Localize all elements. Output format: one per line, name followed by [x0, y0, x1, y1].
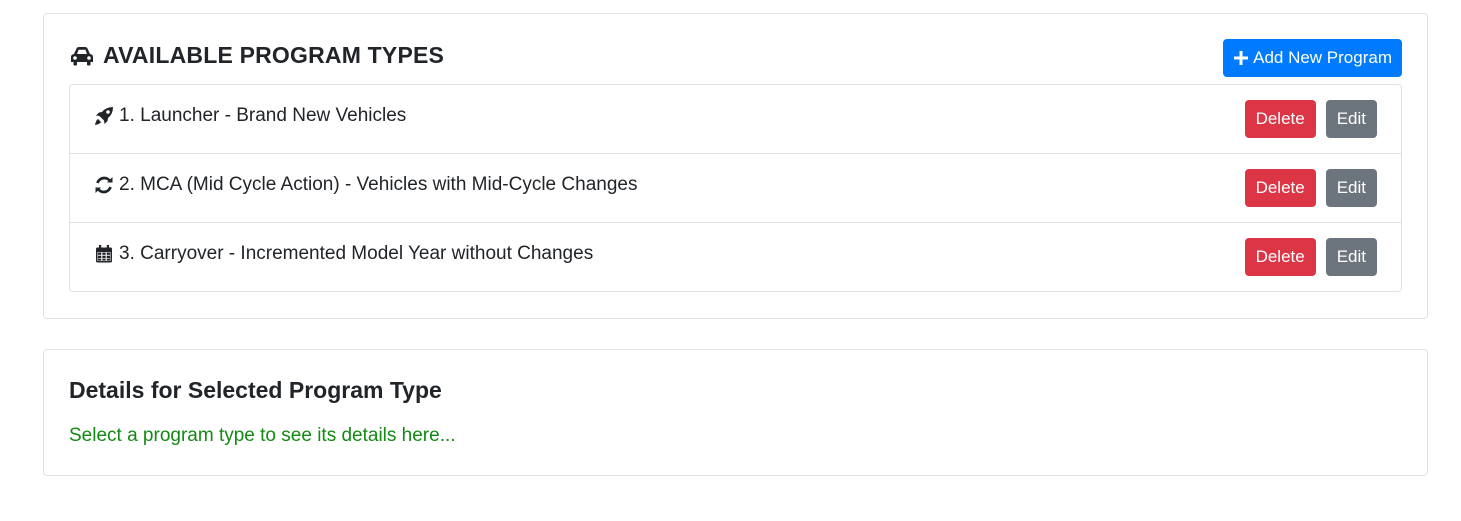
card-title-text: AVAILABLE PROGRAM TYPES — [103, 42, 445, 68]
edit-button[interactable]: Edit — [1325, 169, 1377, 207]
list-item-content: 2. MCA (Mid Cycle Action) - Vehicles wit… — [94, 174, 637, 196]
plus-icon — [1233, 50, 1249, 66]
card-title: AVAILABLE PROGRAM TYPES — [69, 42, 444, 69]
delete-button[interactable]: Delete — [1244, 169, 1316, 207]
add-new-program-label: Add New Program — [1253, 48, 1392, 67]
list-item-content: 1. Launcher - Brand New Vehicles — [94, 105, 406, 127]
item-actions: Delete Edit — [1244, 238, 1377, 276]
list-item[interactable]: 2. MCA (Mid Cycle Action) - Vehicles wit… — [70, 154, 1401, 223]
details-placeholder-text: Select a program type to see its details… — [69, 425, 456, 446]
details-card: Details for Selected Program Type Select… — [43, 349, 1428, 476]
rocket-icon — [94, 106, 114, 126]
program-types-card: AVAILABLE PROGRAM TYPES Add New Program … — [43, 13, 1428, 319]
sync-icon — [94, 175, 114, 195]
list-item-label: 1. Launcher - Brand New Vehicles — [119, 105, 407, 126]
edit-button[interactable]: Edit — [1325, 238, 1377, 276]
list-item-label: 3. Carryover - Incremented Model Year wi… — [119, 243, 594, 264]
add-new-program-button[interactable]: Add New Program — [1223, 39, 1402, 77]
list-item[interactable]: 1. Launcher - Brand New Vehicles Delete … — [70, 85, 1401, 154]
item-actions: Delete Edit — [1244, 169, 1377, 207]
delete-button[interactable]: Delete — [1244, 238, 1316, 276]
edit-button[interactable]: Edit — [1325, 100, 1377, 138]
list-item-label: 2. MCA (Mid Cycle Action) - Vehicles wit… — [119, 174, 638, 195]
item-actions: Delete Edit — [1244, 100, 1377, 138]
list-item-content: 3. Carryover - Incremented Model Year wi… — [94, 243, 593, 265]
card-header: AVAILABLE PROGRAM TYPES Add New Program — [69, 39, 1402, 79]
details-title: Details for Selected Program Type — [69, 377, 442, 403]
list-item[interactable]: 3. Carryover - Incremented Model Year wi… — [70, 223, 1401, 291]
car-icon — [69, 45, 95, 67]
calendar-icon — [94, 244, 114, 264]
program-list: 1. Launcher - Brand New Vehicles Delete … — [69, 84, 1402, 292]
delete-button[interactable]: Delete — [1244, 100, 1316, 138]
